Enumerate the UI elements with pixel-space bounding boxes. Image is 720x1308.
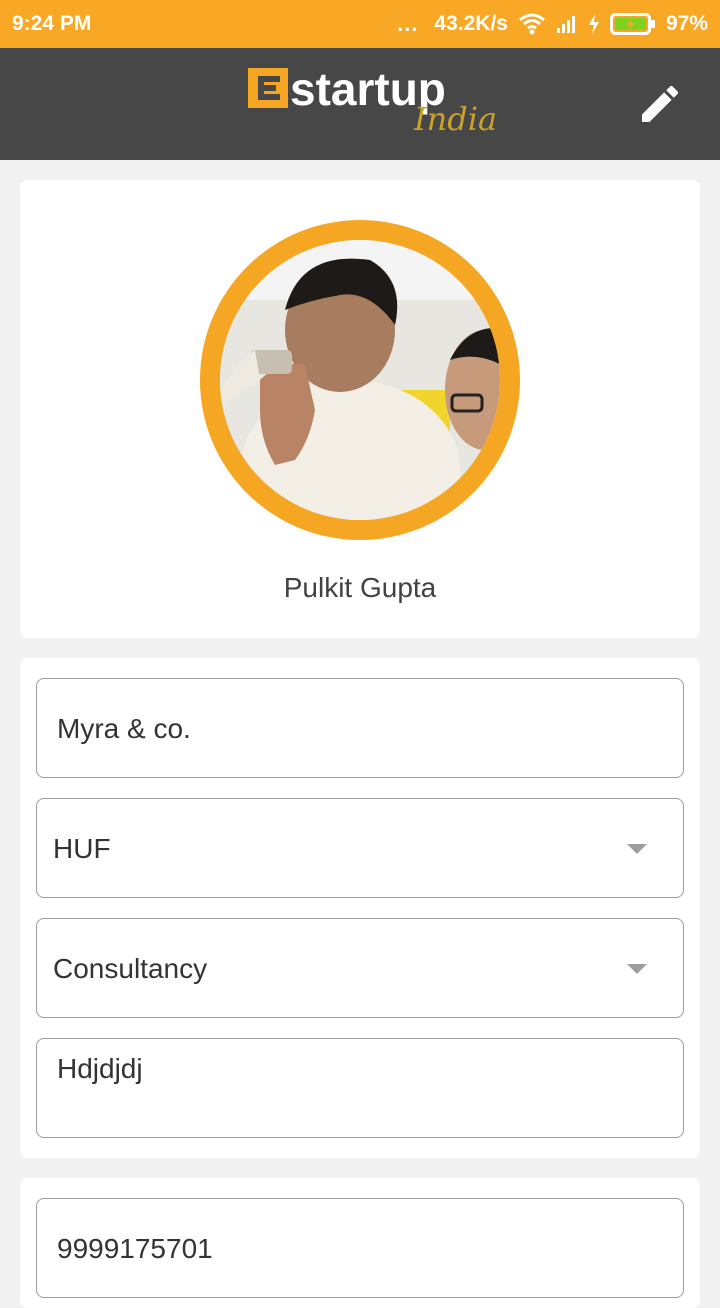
dropdown-arrow-icon xyxy=(627,964,647,974)
entity-type-value: HUF xyxy=(53,833,111,864)
status-indicators: ... 43.2K/s 97% xyxy=(397,11,708,37)
company-name-field[interactable]: Myra & co. xyxy=(36,678,684,778)
avatar[interactable] xyxy=(200,220,520,540)
more-notifications-icon: ... xyxy=(397,11,419,36)
dropdown-arrow-icon xyxy=(627,844,647,854)
network-speed: 43.2K/s xyxy=(434,12,508,35)
entity-type-dropdown[interactable]: HUF xyxy=(36,798,684,898)
logo-mark-icon xyxy=(248,68,288,108)
edit-button[interactable] xyxy=(636,80,684,128)
status-bar: 9:24 PM ... 43.2K/s 97% xyxy=(0,0,720,48)
description-field[interactable]: Hdjdjdj xyxy=(36,1038,684,1138)
estartup-logo: startup India xyxy=(248,66,508,146)
details-form-card: Myra & co. HUF Consultancy Hdjdjdj xyxy=(20,658,700,1158)
avatar-photo xyxy=(220,240,500,520)
battery-level: 97% xyxy=(665,12,708,35)
status-time: 9:24 PM xyxy=(12,12,92,35)
pencil-icon xyxy=(642,85,679,122)
battery-icon xyxy=(609,13,656,35)
phone-field[interactable]: 9999175701 xyxy=(36,1198,684,1298)
wifi-icon xyxy=(518,13,546,35)
phone-value: 9999175701 xyxy=(57,1233,213,1264)
profile-card: Pulkit Gupta xyxy=(20,180,700,638)
profile-name: Pulkit Gupta xyxy=(283,572,437,603)
description-value: Hdjdjdj xyxy=(57,1053,143,1084)
signal-icon xyxy=(556,14,578,34)
app-bar: startup India xyxy=(0,48,720,160)
category-value: Consultancy xyxy=(53,953,208,984)
contact-card: 9999175701 xyxy=(20,1178,700,1308)
company-name-value: Myra & co. xyxy=(57,713,191,744)
logo-subtext: India xyxy=(414,100,498,138)
charging-icon xyxy=(588,14,600,34)
category-dropdown[interactable]: Consultancy xyxy=(36,918,684,1018)
